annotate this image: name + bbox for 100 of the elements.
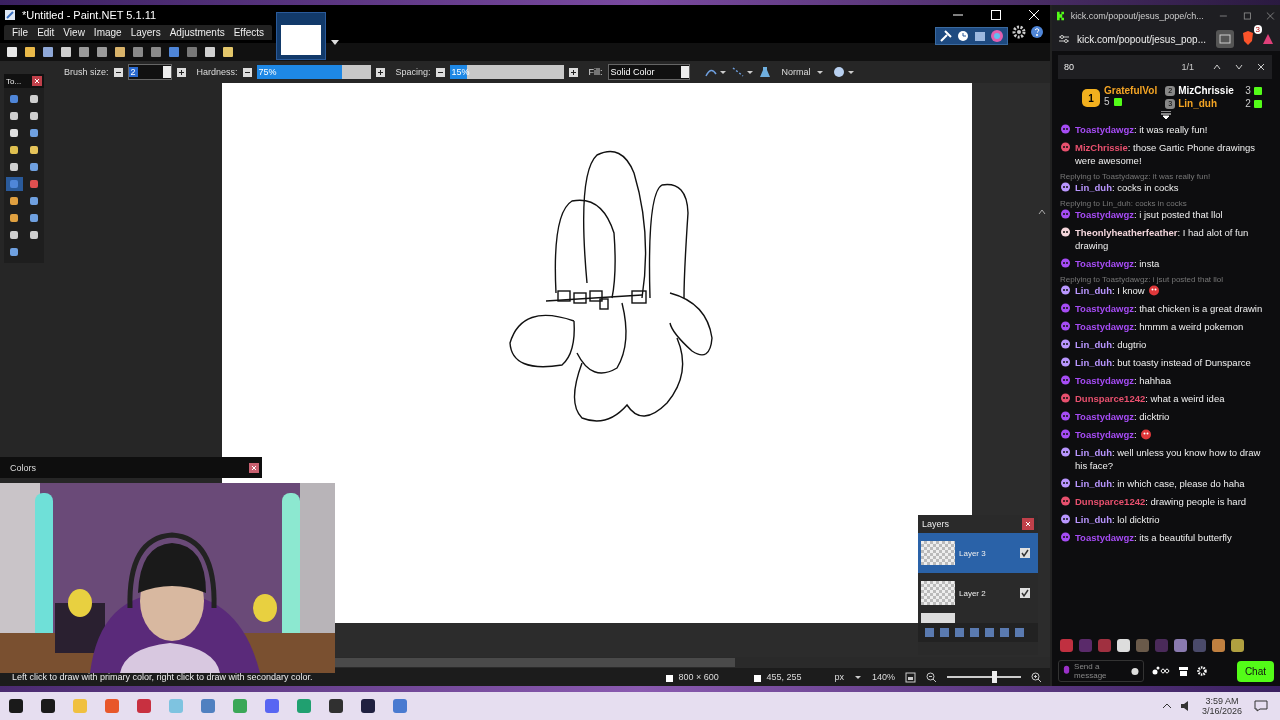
address-bar[interactable]: kick.com/popout/jesus_pop... [1077,33,1209,45]
layer-action-icon[interactable] [969,627,980,638]
chat-message: Toastydawgz: that chicken is a great drawin [1075,302,1263,315]
microphone-icon[interactable] [1063,665,1071,677]
notification-icon[interactable] [1254,700,1268,712]
fill-dropdown[interactable]: Solid Color [607,64,690,80]
layer-row[interactable]: Layer 3 [918,533,1038,573]
zoom-level[interactable]: 140% [871,672,895,682]
chat-message: Lin_duh: in which case, please do haha [1075,477,1245,490]
layers-icon[interactable] [973,29,987,43]
scrollbar-thumb[interactable] [335,658,735,667]
reply-context: Replying to Toastydawgz: i jsut posted that llol [1060,275,1225,284]
spacing-label: Spacing: [395,67,431,77]
visibility-checkbox[interactable] [1020,548,1030,558]
plus-icon[interactable] [375,67,385,77]
dropdown-icon[interactable] [330,37,341,47]
status-hint: Left click to draw with primary color, right click to draw with secondary color. [11,672,313,682]
minus-icon[interactable] [242,67,252,77]
zoom-in-icon[interactable] [1031,671,1042,683]
layer-action-icon[interactable] [954,627,965,638]
menu-item[interactable]: Adjustments [165,26,229,39]
unit-dropdown[interactable]: px [834,672,844,682]
document-thumbnail[interactable] [276,12,327,60]
message-input[interactable]: Send a message [1058,660,1144,682]
menu-item[interactable]: View [59,26,89,39]
collapse-icon[interactable] [1161,111,1171,119]
layer-action-icon[interactable] [939,627,950,638]
leader-name[interactable]: GratefulVol [1104,85,1158,96]
emote-icon[interactable] [1231,639,1244,652]
tool-icon [28,111,39,121]
picture-in-picture-icon[interactable] [1216,30,1234,48]
image-size-icon [664,672,675,682]
history-icon[interactable] [956,29,970,43]
avatar-badge-icon [1060,411,1071,422]
settings-icon[interactable] [1012,25,1026,39]
layer-action-icon[interactable] [984,627,995,638]
layer-action-icon[interactable] [999,627,1010,638]
points-icon[interactable] [1152,666,1170,676]
color-wheel-icon[interactable] [990,29,1004,43]
avatar-badge-icon [1060,339,1071,350]
plus-icon[interactable] [568,67,578,77]
chevron-up-icon[interactable] [1212,62,1222,72]
layer-row[interactable]: Layer 2 [918,573,1038,613]
brush-size-field[interactable]: 2 [127,64,172,80]
emote-icon[interactable] [1212,639,1225,652]
alpha-icon[interactable] [731,66,754,78]
tools-icon[interactable] [939,29,953,43]
tool-icon [28,230,39,240]
layer-thumbnail [921,613,955,623]
blob-icon[interactable] [832,66,855,78]
caret-icon[interactable] [853,673,862,681]
chevron-up-icon[interactable] [1161,701,1172,711]
close-icon[interactable] [1256,62,1266,72]
leader-name[interactable]: Lin_duh [1178,98,1243,109]
store-icon[interactable] [1178,665,1189,677]
leader-name[interactable]: MizChrissie [1178,85,1243,96]
menu-item[interactable]: Edit [33,26,59,39]
reply-context: Replying to Lin_duh: cocks in cocks [1060,199,1188,208]
plus-icon[interactable] [176,67,186,77]
chevron-down-icon[interactable] [1234,62,1244,72]
triangle-icon[interactable] [1262,33,1274,45]
caret-icon[interactable] [815,68,824,76]
scroll-up-icon[interactable] [1038,209,1046,215]
match-count: 1/1 [1181,62,1194,72]
avatar-badge-icon [1060,303,1071,314]
close-icon[interactable] [249,462,259,473]
avatar-badge-icon [1060,393,1071,404]
layer-thumbnail [921,541,955,565]
flask-icon[interactable] [758,66,771,78]
emote-icon[interactable] [1060,639,1073,652]
visibility-checkbox[interactable] [1020,588,1030,598]
menu-item[interactable]: Layers [126,26,165,39]
site-settings-icon[interactable] [1058,33,1070,45]
avatar-badge-icon [1060,285,1071,296]
minus-icon[interactable] [113,67,123,77]
avatar-badge-icon [1060,532,1071,543]
layer-action-icon[interactable] [1014,627,1025,638]
menu-item[interactable]: Image [89,26,126,39]
shield-icon[interactable] [1241,31,1255,45]
emote-icon[interactable] [1117,639,1130,652]
chat-message: Toastydawgz: it was really fun! [1075,123,1208,136]
chat-message: Lin_duh: cocks in cocks [1075,181,1179,194]
blend-mode-dropdown[interactable]: Normal [781,67,811,77]
rank-badge: 1 [1082,89,1100,107]
clock-date: 3/16/2026 [1201,706,1242,716]
zoom-out-icon[interactable] [926,671,937,683]
gift-icon [1113,97,1122,106]
menu-item[interactable]: File [8,26,33,39]
help-icon[interactable] [1030,25,1044,39]
zoom-fit-icon[interactable] [905,671,916,683]
avatar-badge-icon [1060,478,1071,489]
layer-action-icon[interactable] [924,627,935,638]
find-field[interactable]: 80 [1064,62,1170,72]
minus-icon[interactable] [435,67,445,77]
panel-title: Layers [922,519,949,529]
chat-button[interactable]: Chat [1236,660,1274,682]
emoji-icon[interactable] [1131,666,1139,676]
emote-icon[interactable] [1174,639,1187,652]
hardness-slider[interactable]: 75% [256,65,371,79]
menu-item[interactable]: Effects [229,26,269,39]
